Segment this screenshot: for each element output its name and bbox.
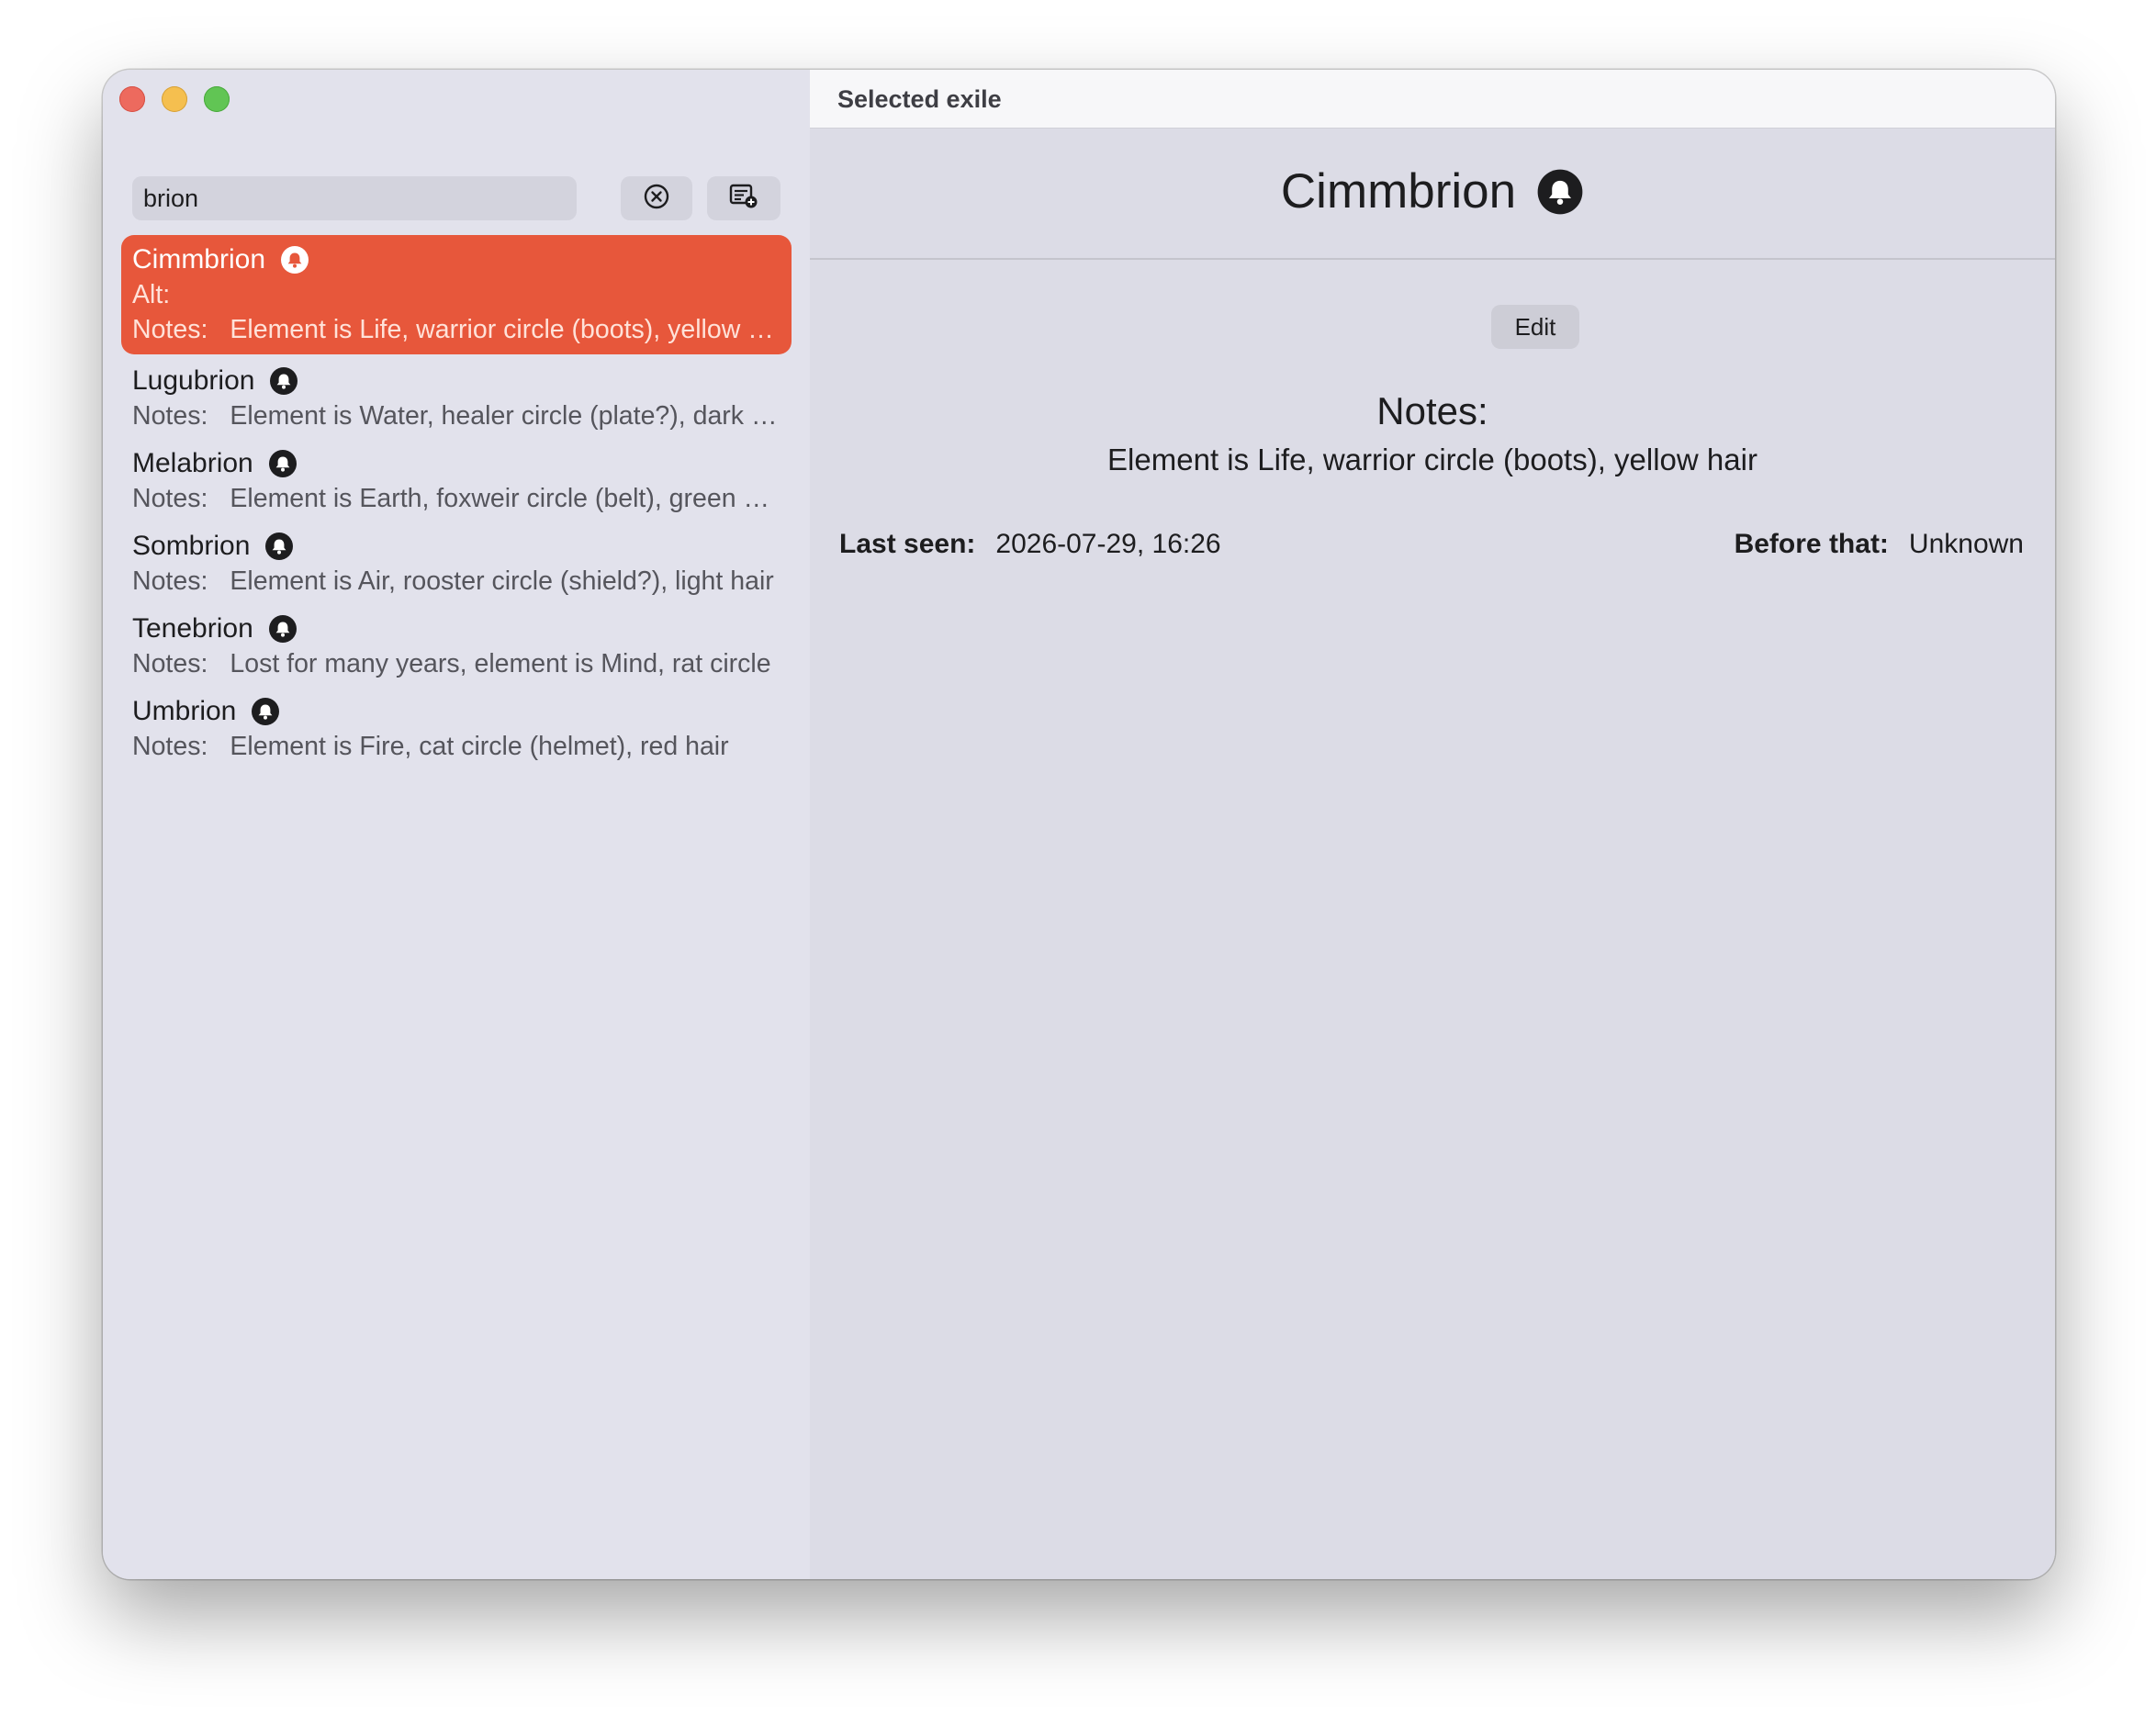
notes-value: Element is Earth, foxweir circle (belt),… <box>230 484 780 513</box>
list-add-icon <box>728 183 759 215</box>
notes-label: Notes: <box>132 649 208 678</box>
list-item-name: Cimmbrion <box>132 244 266 275</box>
add-to-list-button[interactable] <box>707 176 780 220</box>
exile-list: Cimmbrion Alt: Notes: Element is Life, w… <box>121 235 792 775</box>
notes-value: Element is Fire, cat circle (helmet), re… <box>230 732 729 761</box>
alt-label: Alt: <box>132 280 171 309</box>
last-seen: Last seen: 2026-07-29, 16:26 <box>839 529 1221 560</box>
list-item[interactable]: Lugubrion Notes: Element is Water, heale… <box>121 362 792 444</box>
list-item[interactable]: Melabrion Notes: Element is Earth, foxwe… <box>121 444 792 527</box>
list-item[interactable]: Umbrion Notes: Element is Fire, cat circ… <box>121 692 792 775</box>
notes-label: Notes: <box>132 566 208 596</box>
last-seen-value: 2026-07-29, 16:26 <box>995 529 1221 559</box>
list-item[interactable]: Cimmbrion Alt: Notes: Element is Life, w… <box>121 235 792 354</box>
notes-value: Lost for many years, element is Mind, ra… <box>230 649 771 678</box>
list-item-name: Tenebrion <box>132 613 253 644</box>
bell-icon <box>264 532 294 561</box>
list-item-name: Lugubrion <box>132 365 255 396</box>
titlebar: Selected exile <box>810 70 2055 129</box>
before-that-label: Before that: <box>1734 529 1889 559</box>
detail-pane: Selected exile Cimmbrion Edit Notes: Ele… <box>810 70 2055 1579</box>
bell-icon <box>268 614 298 644</box>
list-item-name: Sombrion <box>132 531 251 561</box>
sidebar: Cimmbrion Alt: Notes: Element <box>103 70 810 1579</box>
bell-icon <box>280 245 309 275</box>
list-item[interactable]: Sombrion Notes: Element is Air, rooster … <box>121 527 792 610</box>
bell-icon <box>251 697 280 726</box>
notes-value: Element is Air, rooster circle (shield?)… <box>230 566 774 596</box>
list-item-name: Umbrion <box>132 696 237 726</box>
notes-label: Notes: <box>132 484 208 513</box>
alt-value <box>192 277 780 312</box>
notes-value: Element is Life, warrior circle (boots),… <box>230 315 780 344</box>
bell-icon[interactable] <box>1536 168 1584 216</box>
window-title: Selected exile <box>837 85 1002 113</box>
app-window: Cimmbrion Alt: Notes: Element <box>103 70 2055 1579</box>
clear-circle-icon <box>643 183 670 215</box>
notes-heading: Notes: <box>1376 389 1488 432</box>
last-seen-label: Last seen: <box>839 529 976 559</box>
list-item[interactable]: Tenebrion Notes: Lost for many years, el… <box>121 610 792 692</box>
maximize-window-button[interactable] <box>204 86 230 112</box>
notes-label: Notes: <box>132 732 208 761</box>
exile-name: Cimmbrion <box>1280 164 1517 219</box>
divider <box>810 258 2055 260</box>
detail-header: Cimmbrion <box>810 160 2055 224</box>
bell-icon <box>269 366 298 396</box>
before-that-value: Unknown <box>1908 529 2024 559</box>
notes-value: Element is Water, healer circle (plate?)… <box>230 401 780 431</box>
clear-search-button[interactable] <box>621 176 692 220</box>
notes-label: Notes: <box>132 315 208 344</box>
before-that: Before that: Unknown <box>1735 529 2024 560</box>
search-input[interactable] <box>132 176 577 220</box>
notes-label: Notes: <box>132 401 208 431</box>
minimize-window-button[interactable] <box>162 86 187 112</box>
edit-button[interactable]: Edit <box>1491 305 1579 349</box>
close-window-button[interactable] <box>119 86 145 112</box>
list-item-name: Melabrion <box>132 448 253 478</box>
bell-icon <box>268 449 298 478</box>
notes-text: Element is Life, warrior circle (boots),… <box>1107 443 1757 476</box>
